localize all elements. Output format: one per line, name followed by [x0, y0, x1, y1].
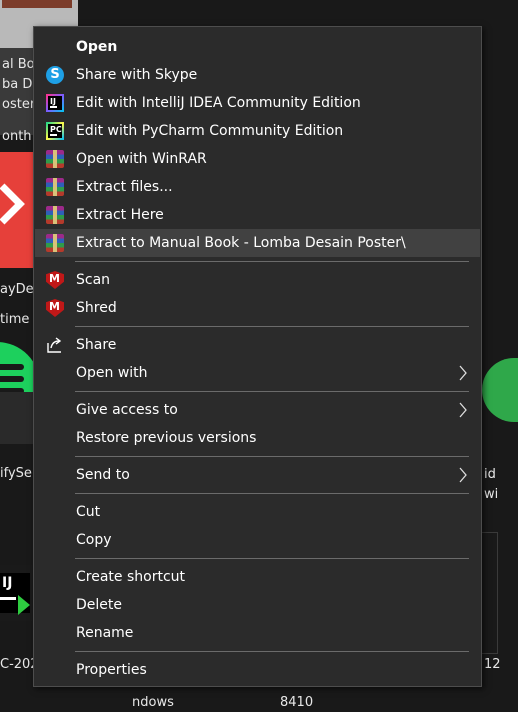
chevron-right-icon — [458, 402, 468, 418]
winrar-icon — [46, 234, 64, 252]
menu-item-label: Give access to — [76, 402, 178, 418]
menu-item-cut[interactable]: Cut — [35, 498, 480, 526]
menu-item-label: Share — [76, 337, 117, 353]
menu-item-share-with-skype[interactable]: S Share with Skype — [35, 61, 480, 89]
chevron-right-icon — [458, 467, 468, 483]
menu-item-label: Rename — [76, 625, 134, 641]
menu-item-open-with-winrar[interactable]: Open with WinRAR — [35, 145, 480, 173]
menu-item-create-shortcut[interactable]: Create shortcut — [35, 563, 480, 591]
menu-separator — [75, 558, 469, 559]
desktop-app-label: id — [484, 467, 496, 482]
menu-item-label: Open — [76, 39, 118, 55]
desktop-app-label: 12 — [484, 657, 501, 672]
menu-item-open[interactable]: Open — [35, 33, 480, 61]
menu-item-extract-here[interactable]: Extract Here — [35, 201, 480, 229]
menu-separator — [75, 456, 469, 457]
menu-item-label: Open with WinRAR — [76, 151, 207, 167]
desktop-file-thumbnail[interactable] — [482, 532, 498, 654]
menu-item-label: Create shortcut — [76, 569, 186, 585]
desktop-app-label: 8410 — [280, 695, 314, 710]
context-menu: Open S Share with Skype IJ Edit with Int… — [33, 26, 482, 687]
menu-item-share[interactable]: Share — [35, 331, 480, 359]
menu-item-label: Send to — [76, 467, 130, 483]
desktop-app-label: ndows — [132, 695, 174, 710]
menu-item-open-with[interactable]: Open with — [35, 359, 480, 387]
menu-item-delete[interactable]: Delete — [35, 591, 480, 619]
menu-separator — [75, 651, 469, 652]
menu-item-give-access-to[interactable]: Give access to — [35, 396, 480, 424]
menu-item-label: Copy — [76, 532, 112, 548]
desktop-app-label: wi — [484, 487, 499, 502]
intellij-icon: IJ — [46, 94, 64, 112]
mcafee-icon: M — [46, 299, 64, 317]
menu-item-label: Extract Here — [76, 207, 164, 223]
menu-item-label: Extract to Manual Book - Lomba Desain Po… — [76, 235, 406, 251]
menu-item-restore-previous-versions[interactable]: Restore previous versions — [35, 424, 480, 452]
menu-item-edit-intellij[interactable]: IJ Edit with IntelliJ IDEA Community Edi… — [35, 89, 480, 117]
menu-item-label: Delete — [76, 597, 122, 613]
winrar-icon — [46, 150, 64, 168]
menu-separator — [75, 391, 469, 392]
winrar-icon — [46, 206, 64, 224]
desktop-app-label: time — [0, 312, 30, 327]
menu-separator — [75, 326, 469, 327]
menu-item-shred[interactable]: M Shred — [35, 294, 480, 322]
intellij-app-icon[interactable]: IJ — [0, 565, 34, 621]
share-icon — [46, 336, 64, 354]
chevron-right-icon — [458, 365, 468, 381]
menu-item-extract-to-folder[interactable]: Extract to Manual Book - Lomba Desain Po… — [35, 229, 480, 257]
menu-item-send-to[interactable]: Send to — [35, 461, 480, 489]
desktop-file-label: oster — [2, 97, 36, 112]
menu-separator — [75, 493, 469, 494]
menu-item-label: Shred — [76, 300, 117, 316]
menu-separator — [75, 261, 469, 262]
winrar-icon — [46, 178, 64, 196]
menu-item-edit-pycharm[interactable]: PC Edit with PyCharm Community Edition — [35, 117, 480, 145]
spotify-icon[interactable] — [0, 342, 34, 457]
menu-item-label: Share with Skype — [76, 67, 198, 83]
menu-item-extract-files[interactable]: Extract files... — [35, 173, 480, 201]
menu-item-scan[interactable]: M Scan — [35, 266, 480, 294]
desktop-file-label: onth — [2, 129, 32, 144]
menu-item-copy[interactable]: Copy — [35, 526, 480, 554]
menu-item-properties[interactable]: Properties — [35, 656, 480, 684]
desktop-app-label: ifySe — [0, 466, 32, 481]
desktop-app-icon[interactable] — [0, 152, 34, 268]
menu-item-label: Open with — [76, 365, 148, 381]
menu-item-label: Edit with IntelliJ IDEA Community Editio… — [76, 95, 361, 111]
pycharm-icon: PC — [46, 122, 64, 140]
mcafee-icon: M — [46, 271, 64, 289]
menu-item-label: Cut — [76, 504, 101, 520]
menu-item-label: Edit with PyCharm Community Edition — [76, 123, 344, 139]
desktop-app-icon[interactable] — [482, 358, 518, 422]
menu-item-rename[interactable]: Rename — [35, 619, 480, 647]
menu-item-label: Scan — [76, 272, 111, 288]
menu-item-label: Extract files... — [76, 179, 173, 195]
desktop-file-label: al Bo — [2, 57, 35, 72]
menu-item-label: Restore previous versions — [76, 430, 257, 446]
menu-item-label: Properties — [76, 662, 147, 678]
skype-icon: S — [46, 66, 64, 84]
